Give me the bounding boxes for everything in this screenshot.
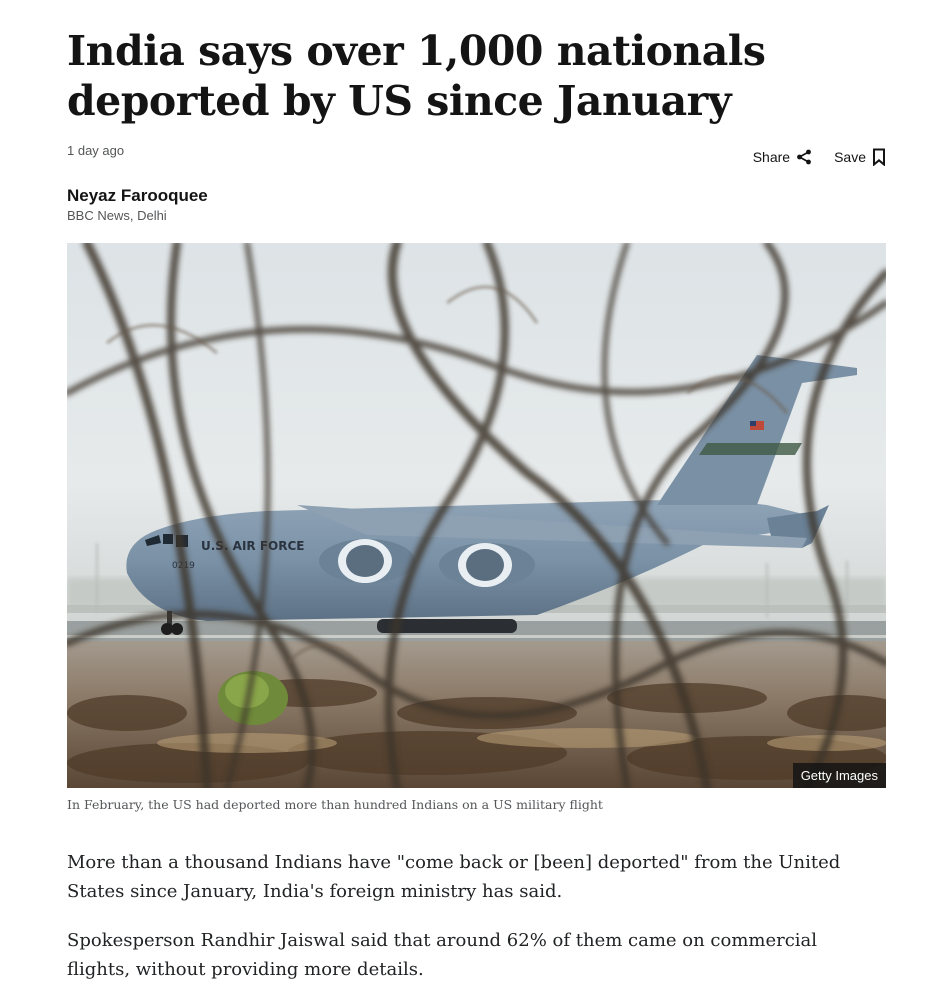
article-timestamp: 1 day ago	[67, 143, 125, 158]
author-name: Neyaz Farooquee	[67, 186, 208, 205]
share-button[interactable]: Share	[753, 149, 812, 165]
share-label: Share	[752, 149, 791, 165]
image-credit: Getty Images	[792, 763, 886, 788]
image-caption: In February, the US had deported more th…	[67, 797, 603, 812]
save-label: Save	[834, 149, 866, 165]
article-paragraph: Spokesperson Randhir Jaiswal said that a…	[67, 930, 818, 980]
article-actions: Share Save	[753, 148, 886, 166]
article-page: India says over 1,000 nationals deported…	[0, 0, 947, 991]
article-paragraph: More than a thousand Indians have "come …	[67, 852, 841, 902]
save-button[interactable]: Save	[834, 148, 886, 166]
article-headline: India says over 1,000 nationals deported…	[67, 27, 766, 125]
share-icon	[796, 149, 812, 165]
lead-image: U.S. AIR FORCE 0219 Getty Images	[67, 243, 886, 788]
aircraft-photo: U.S. AIR FORCE 0219	[67, 243, 886, 788]
bookmark-icon	[872, 148, 886, 166]
author-organization: BBC News, Delhi	[67, 208, 167, 223]
